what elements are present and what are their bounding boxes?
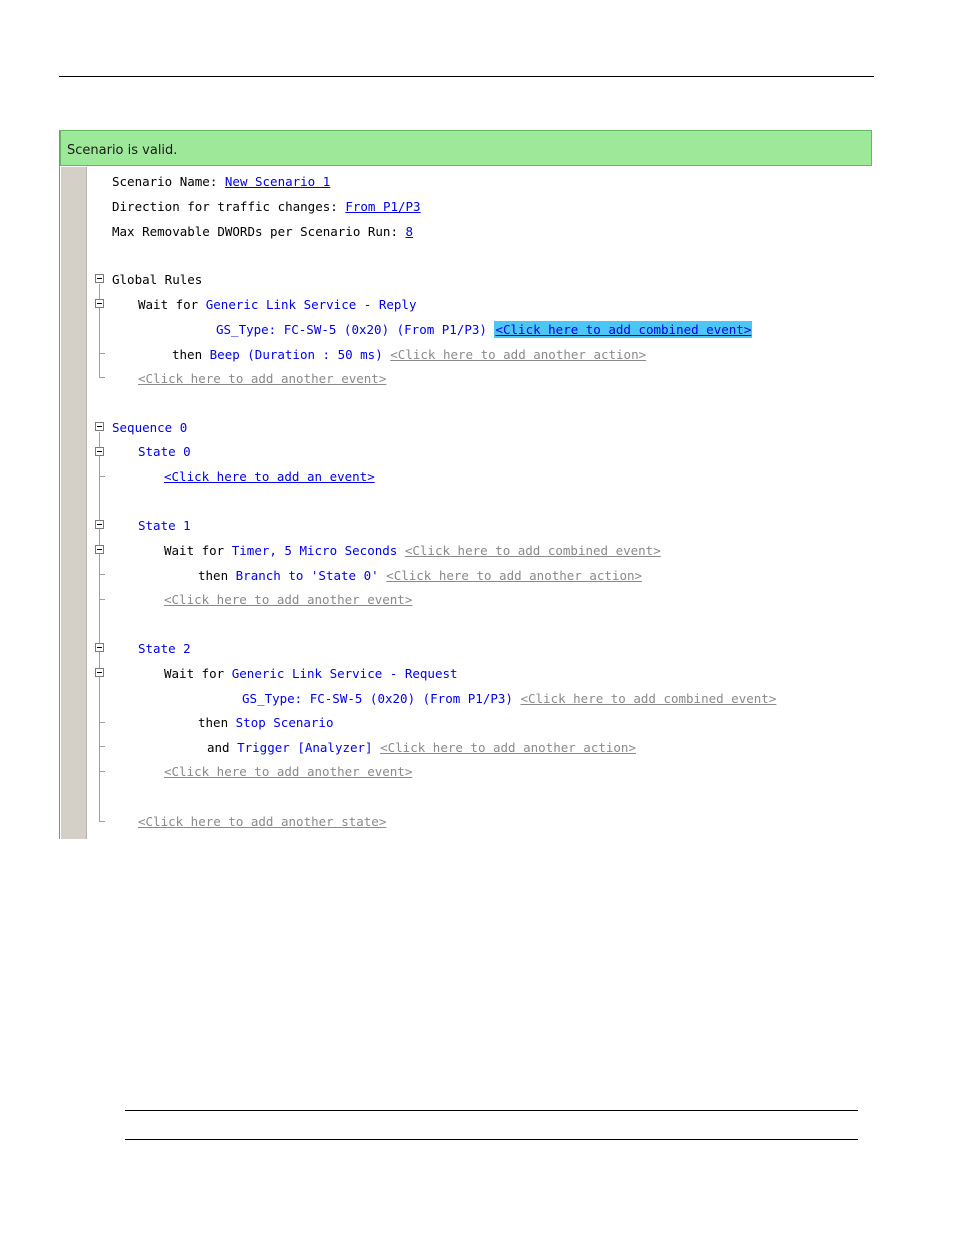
state1-title: State 1 — [138, 518, 191, 534]
global-wait-row: Wait for Generic Link Service - Reply — [138, 297, 416, 313]
state2-then-row: then Stop Scenario — [198, 715, 333, 731]
state2-add-event-row: <Click here to add another event> — [164, 764, 412, 780]
collapse-state2-icon[interactable] — [95, 643, 104, 652]
state2-add-combined-event-link[interactable]: <Click here to add combined event> — [520, 691, 776, 706]
state2-link[interactable]: State 2 — [138, 641, 191, 656]
state1-then-label: then — [198, 568, 229, 583]
status-text: Scenario is valid. — [67, 143, 178, 158]
collapse-sequence-icon[interactable] — [95, 422, 104, 431]
state1-action-link[interactable]: Branch to 'State 0' — [236, 568, 379, 583]
direction-row: Direction for traffic changes: From P1/P… — [112, 199, 421, 215]
state0-link[interactable]: State 0 — [138, 444, 191, 459]
global-add-action-link[interactable]: <Click here to add another action> — [390, 347, 646, 362]
state1-add-event-row: <Click here to add another event> — [164, 592, 412, 608]
state1-then-row: then Branch to 'State 0' <Click here to … — [198, 568, 642, 584]
state2-then-label: then — [198, 715, 229, 730]
global-event-link[interactable]: Generic Link Service - Reply — [206, 297, 417, 312]
state0-title: State 0 — [138, 444, 191, 460]
global-add-combined-event-link[interactable]: <Click here to add combined event> — [494, 321, 753, 338]
collapse-global-rules-icon[interactable] — [95, 274, 104, 283]
footer-rule-2 — [125, 1139, 858, 1140]
wait-for-label: Wait for — [138, 297, 199, 312]
state1-add-event-link[interactable]: <Click here to add another event> — [164, 592, 412, 607]
sequence-link[interactable]: Sequence 0 — [112, 420, 187, 435]
state2-gs-type-row: GS_Type: FC-SW-5 (0x20) (From P1/P3) <Cl… — [242, 691, 776, 707]
state1-link[interactable]: State 1 — [138, 518, 191, 533]
state2-event-link[interactable]: Generic Link Service - Request — [232, 666, 458, 681]
global-then-row: then Beep (Duration : 50 ms) <Click here… — [172, 347, 646, 363]
add-state-row: <Click here to add another state> — [138, 814, 386, 830]
collapse-wait-icon[interactable] — [95, 299, 104, 308]
global-rules-title: Global Rules — [112, 272, 203, 287]
state2-add-action-link[interactable]: <Click here to add another action> — [380, 740, 636, 755]
max-dwords-row: Max Removable DWORDs per Scenario Run: 8 — [112, 224, 413, 240]
max-dwords-link[interactable]: 8 — [406, 224, 414, 239]
direction-label: Direction for traffic changes: — [112, 199, 338, 214]
global-gs-type-link[interactable]: GS_Type: FC-SW-5 (0x20) (From P1/P3) — [216, 322, 487, 337]
state2-and-label: and — [207, 740, 230, 755]
state2-wait-for-label: Wait for — [164, 666, 225, 681]
state2-action2-link[interactable]: Trigger [Analyzer] — [237, 740, 372, 755]
scenario-text-area: Scenario Name: New Scenario 1 Direction … — [87, 167, 873, 839]
state1-wait-for-label: Wait for — [164, 543, 225, 558]
state1-wait-row: Wait for Timer, 5 Micro Seconds <Click h… — [164, 543, 661, 559]
state2-wait-row: Wait for Generic Link Service - Request — [164, 666, 458, 682]
then-label: then — [172, 347, 203, 362]
global-add-event-row: <Click here to add another event> — [138, 371, 386, 387]
max-dwords-label: Max Removable DWORDs per Scenario Run: — [112, 224, 398, 239]
state2-action1-link[interactable]: Stop Scenario — [236, 715, 334, 730]
add-state-link[interactable]: <Click here to add another state> — [138, 814, 386, 829]
footer-rule-1 — [125, 1110, 858, 1111]
global-add-event-link[interactable]: <Click here to add another event> — [138, 371, 386, 386]
collapse-state1-wait-icon[interactable] — [95, 545, 104, 554]
collapse-state2-wait-icon[interactable] — [95, 668, 104, 677]
state2-add-event-link[interactable]: <Click here to add another event> — [164, 764, 412, 779]
state1-add-combined-event-link[interactable]: <Click here to add combined event> — [405, 543, 661, 558]
global-action-link[interactable]: Beep (Duration : 50 ms) — [210, 347, 383, 362]
collapse-state1-icon[interactable] — [95, 520, 104, 529]
scenario-name-link[interactable]: New Scenario 1 — [225, 174, 330, 189]
scenario-editor-panel: Scenario is valid. Scenario Name: New Sc… — [59, 130, 873, 839]
state0-add-event-row: <Click here to add an event> — [164, 469, 375, 485]
direction-link[interactable]: From P1/P3 — [345, 199, 420, 214]
state1-add-action-link[interactable]: <Click here to add another action> — [386, 568, 642, 583]
state2-title: State 2 — [138, 641, 191, 657]
top-rule — [59, 76, 874, 77]
sequence-title: Sequence 0 — [112, 420, 187, 436]
state0-add-event-link[interactable]: <Click here to add an event> — [164, 469, 375, 484]
state2-gs-type-link[interactable]: GS_Type: FC-SW-5 (0x20) (From P1/P3) — [242, 691, 513, 706]
global-gs-type-row: GS_Type: FC-SW-5 (0x20) (From P1/P3) <Cl… — [216, 321, 753, 338]
scenario-name-row: Scenario Name: New Scenario 1 — [112, 174, 330, 190]
collapse-state0-icon[interactable] — [95, 447, 104, 456]
state1-event-link[interactable]: Timer, 5 Micro Seconds — [232, 543, 398, 558]
status-bar: Scenario is valid. — [60, 130, 872, 166]
gutter — [61, 167, 87, 839]
scenario-name-label: Scenario Name: — [112, 174, 218, 189]
state2-and-row: and Trigger [Analyzer] <Click here to ad… — [207, 740, 636, 756]
